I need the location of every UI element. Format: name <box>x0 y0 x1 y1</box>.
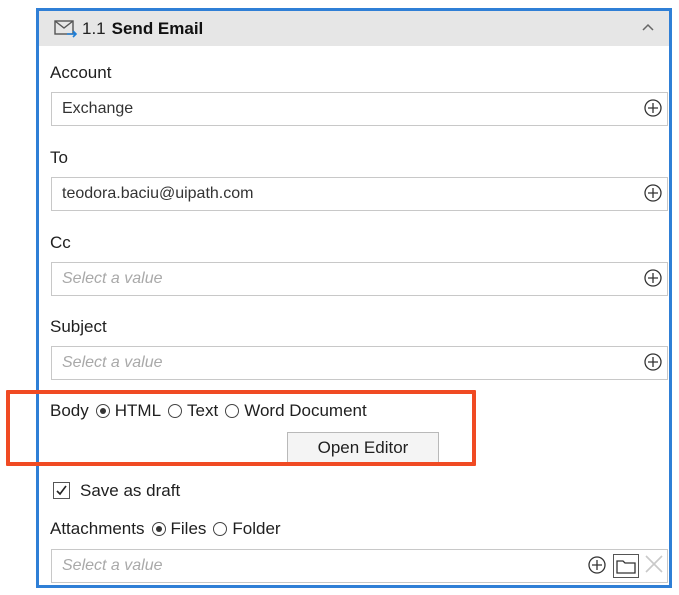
account-field[interactable]: Exchange <box>51 92 668 126</box>
account-value: Exchange <box>62 100 134 117</box>
attachments-placeholder: Select a value <box>62 557 163 574</box>
plus-circle-icon[interactable] <box>587 555 607 575</box>
cc-label: Cc <box>50 233 71 252</box>
attachments-option-files[interactable]: Files <box>171 519 207 539</box>
attachments-radio-files[interactable] <box>151 522 166 536</box>
activity-header[interactable]: 1.1 Send Email <box>39 11 669 46</box>
attachments-row: Attachments Files Folder <box>50 519 281 539</box>
to-field[interactable]: teodora.baciu@uipath.com <box>51 177 668 211</box>
attachments-label: Attachments <box>50 519 145 538</box>
attachments-radio-folder[interactable] <box>213 522 228 536</box>
save-as-draft-checkbox[interactable] <box>53 482 70 499</box>
plus-circle-icon[interactable] <box>643 98 663 118</box>
plus-circle-icon[interactable] <box>643 268 663 288</box>
to-label: To <box>50 148 68 167</box>
attachments-field[interactable]: Select a value <box>51 549 668 583</box>
subject-field[interactable]: Select a value <box>51 346 668 380</box>
plus-circle-icon[interactable] <box>643 352 663 372</box>
activity-step-number: 1.1 <box>82 18 106 38</box>
mail-send-icon <box>54 19 78 38</box>
cc-field[interactable]: Select a value <box>51 262 668 296</box>
highlight-box <box>6 390 476 466</box>
activity-title: Send Email <box>111 18 204 38</box>
attachments-option-folder[interactable]: Folder <box>232 519 280 539</box>
send-email-activity-card: 1.1 Send Email Account Exchange To teodo… <box>36 8 672 588</box>
close-icon[interactable] <box>643 553 665 575</box>
subject-label: Subject <box>50 317 107 336</box>
subject-placeholder: Select a value <box>62 354 163 371</box>
account-label: Account <box>50 63 112 82</box>
to-value: teodora.baciu@uipath.com <box>62 185 254 202</box>
folder-icon[interactable] <box>613 554 639 578</box>
chevron-up-icon[interactable] <box>641 20 655 34</box>
cc-placeholder: Select a value <box>62 270 163 287</box>
plus-circle-icon[interactable] <box>643 183 663 203</box>
save-as-draft-label: Save as draft <box>80 481 181 500</box>
